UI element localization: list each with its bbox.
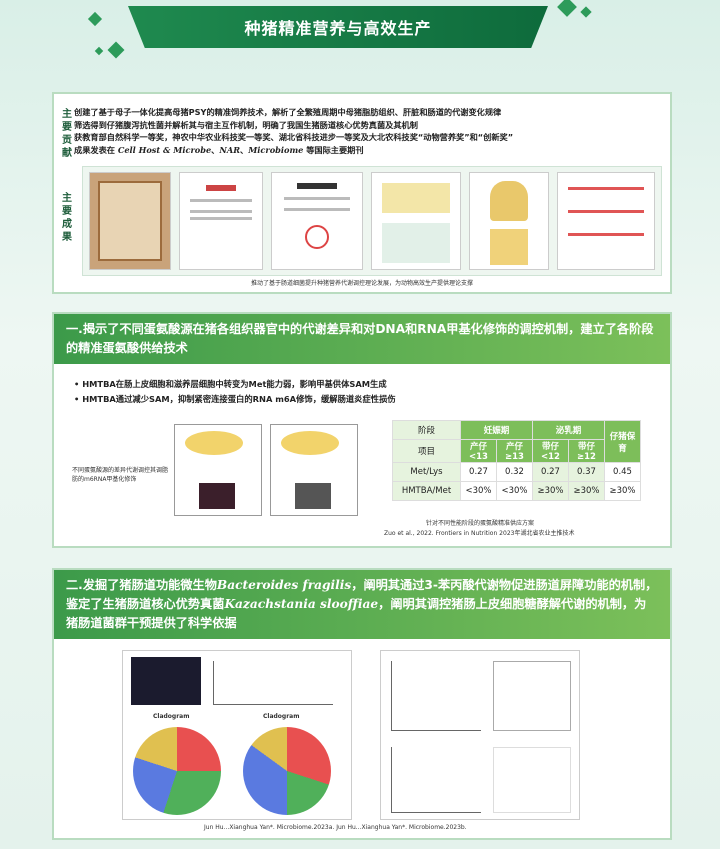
cladogram-label: Cladogram	[263, 713, 300, 720]
table-header-cell: 阶段	[392, 420, 461, 440]
diagram-image	[469, 172, 549, 270]
table-header-cell: 产仔<13	[460, 439, 497, 463]
certificate-image	[179, 172, 263, 270]
diagram-image	[557, 172, 655, 270]
table-row: HMTBA/Met <30% <30% ≥30% ≥30% ≥30%	[392, 481, 641, 501]
diagram-image	[371, 172, 461, 270]
contributions-panel: 主要贡献 主要成果 创建了基于母子一体化提高母猪PSY的精准饲养技术，解析了全繁…	[52, 92, 672, 294]
table-header-cell: 带仔<12	[532, 439, 569, 463]
mechanism-diagram	[174, 424, 262, 516]
contrib-label: 主要贡献	[62, 109, 72, 159]
microbiome-panel: 二.发掘了猪肠道功能微生物Bacteroides fragilis，阐明其通过3…	[52, 568, 672, 840]
contributions-text: 创建了基于母子一体化提高母猪PSY的精准饲养技术，解析了全繁殖周期中母猪脂肪组织…	[74, 107, 514, 155]
citation: Zuo et al., 2022. Frontiers in Nutrition…	[384, 530, 575, 537]
section-heading: 一.揭示了不同蛋氨酸源在猪各组织器官中的代谢差异和对DNA和RNA甲基化修饰的调…	[54, 314, 670, 364]
bullet-item: • HMTBA通过减少SAM，抑制紧密连接蛋白的RNA m6A修饰，缓解肠道炎症…	[74, 394, 396, 404]
decor-diamond	[87, 11, 103, 27]
table-header-cell: 带仔≥12	[568, 439, 605, 463]
cladogram-label: Cladogram	[153, 713, 190, 720]
results-photos	[82, 166, 662, 276]
table-header-cell: 项目	[392, 439, 461, 463]
methionine-panel: 一.揭示了不同蛋氨酸源在猪各组织器官中的代谢差异和对DNA和RNA甲基化修饰的调…	[52, 312, 672, 548]
decor-diamond	[580, 6, 592, 18]
table-caption: 针对不同性能阶段的蛋氨酸精准供应方案	[426, 520, 535, 527]
table-row: Met/Lys 0.27 0.32 0.27 0.37 0.45	[392, 462, 641, 482]
decor-diamond	[557, 0, 577, 17]
bullet-item: • HMTBA在肠上皮细胞和滋养层细胞中转变为Met能力弱，影响甲基供体SAM生…	[74, 379, 387, 389]
decor-diamond	[107, 41, 125, 59]
table-header-cell: 产仔≥13	[496, 439, 533, 463]
results-caption: 推动了基于肠道细菌提升种猪营养代谢调控理论发展，为动物高效生产提供理论支撑	[250, 280, 473, 287]
section-heading: 二.发掘了猪肠道功能微生物Bacteroides fragilis，阐明其通过3…	[54, 570, 670, 639]
microbiome-figure-b	[380, 650, 580, 820]
table-header-cell: 妊娠期	[460, 420, 533, 440]
methionine-table: 阶段 妊娠期 泌乳期 仔猪保育 项目 产仔<13 产仔≥13 带仔<12 带仔≥…	[392, 420, 641, 501]
results-label: 主要成果	[62, 193, 72, 243]
mechanism-diagram	[270, 424, 358, 516]
certificate-image	[271, 172, 363, 270]
table-header-cell: 仔猪保育	[604, 420, 641, 463]
decor-diamond	[94, 46, 104, 56]
citation: Jun Hu...Xianghua Yan*. Microbiome.2023a…	[204, 824, 467, 831]
certificate-image	[89, 172, 171, 270]
table-header-cell: 泌乳期	[532, 420, 605, 440]
diagram-caption: 不同蛋氨酸源的差异代谢调控其调脂肪的m6RNA甲基化修饰	[72, 467, 169, 483]
page-title: 种猪精准营养与高效生产	[128, 6, 548, 48]
microbiome-figure-a: Cladogram Cladogram	[122, 650, 352, 820]
